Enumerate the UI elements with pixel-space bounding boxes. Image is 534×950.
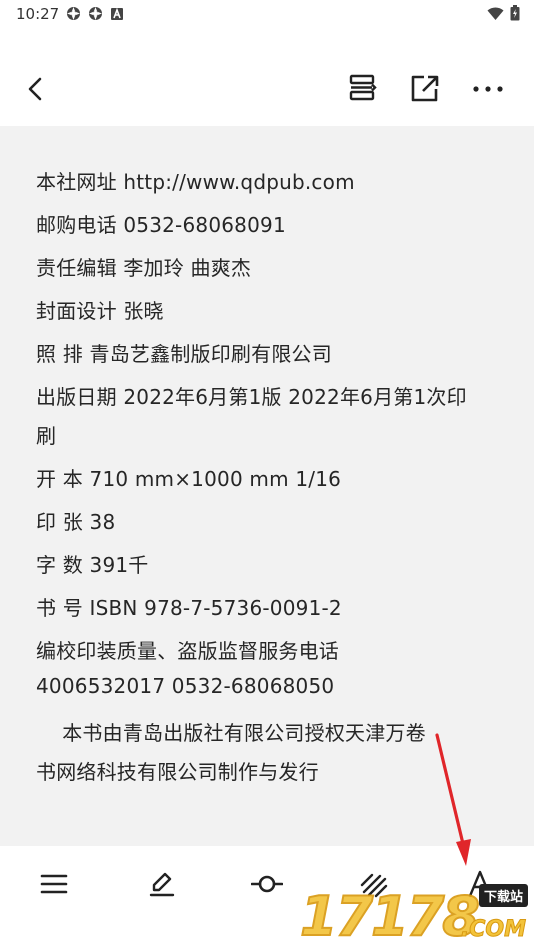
sync-icon (66, 6, 81, 21)
text-line: 4006532017 0532-68068050 (36, 674, 335, 698)
text-line: 编校印装质量、盗版监督服务电话 (36, 639, 339, 663)
watermark-suffix: .COM (460, 917, 526, 943)
a-badge-icon (110, 6, 125, 21)
sync-icon (88, 6, 103, 21)
share-icon (411, 75, 439, 102)
text-line: 照 排 青岛艺鑫制版印刷有限公司 (36, 342, 332, 366)
text-line: 书 号 ISBN 978-7-5736-0091-2 (36, 596, 342, 620)
watermark-number: 17178 (299, 885, 481, 948)
menu-icon (40, 874, 68, 894)
text-line: 开 本 710 mm×1000 mm 1/16 (36, 467, 342, 491)
progress-button[interactable] (250, 868, 284, 900)
pen-icon (149, 872, 175, 897)
toc-icon (349, 74, 377, 101)
toc-button[interactable] (346, 70, 380, 106)
text-line: 印 张 38 (36, 510, 116, 534)
note-button[interactable] (146, 868, 178, 900)
text-line: 本书由青岛出版社有限公司授权天津万卷 (36, 721, 426, 745)
battery-icon (510, 5, 520, 25)
text-line: 封面设计 张晓 (36, 299, 164, 323)
reader-top-bar (0, 28, 534, 126)
reader-page[interactable]: 本社网址 http://www.qdpub.com 邮购电话 0532-6806… (0, 126, 534, 846)
share-button[interactable] (408, 70, 442, 106)
back-button[interactable] (22, 72, 50, 106)
status-right (487, 5, 520, 25)
text-line: 邮购电话 0532-68068091 (36, 213, 286, 237)
more-button[interactable] (471, 70, 505, 106)
text-line: 本社网址 http://www.qdpub.com (36, 170, 355, 194)
text-line: 出版日期 2022年6月第1版 2022年6月第1次印 (36, 385, 467, 409)
notification-icons (66, 6, 125, 21)
wifi-icon (487, 6, 504, 25)
progress-icon (250, 875, 284, 893)
watermark-tag: 下载站 (478, 884, 528, 907)
chevron-left-icon (28, 77, 42, 101)
watermark-logo: 17178 下载站 .COM (299, 884, 530, 948)
text-line: 责任编辑 李加玲 曲爽杰 (36, 256, 252, 280)
text-line: 书网络科技有限公司制作与发行 (36, 760, 319, 784)
text-line: 刷 (36, 424, 57, 448)
status-time: 10:27 (16, 5, 60, 23)
menu-button[interactable] (38, 868, 70, 900)
status-bar: 10:27 (0, 0, 534, 28)
more-icon (473, 86, 503, 92)
text-line: 字 数 391千 (36, 553, 149, 577)
